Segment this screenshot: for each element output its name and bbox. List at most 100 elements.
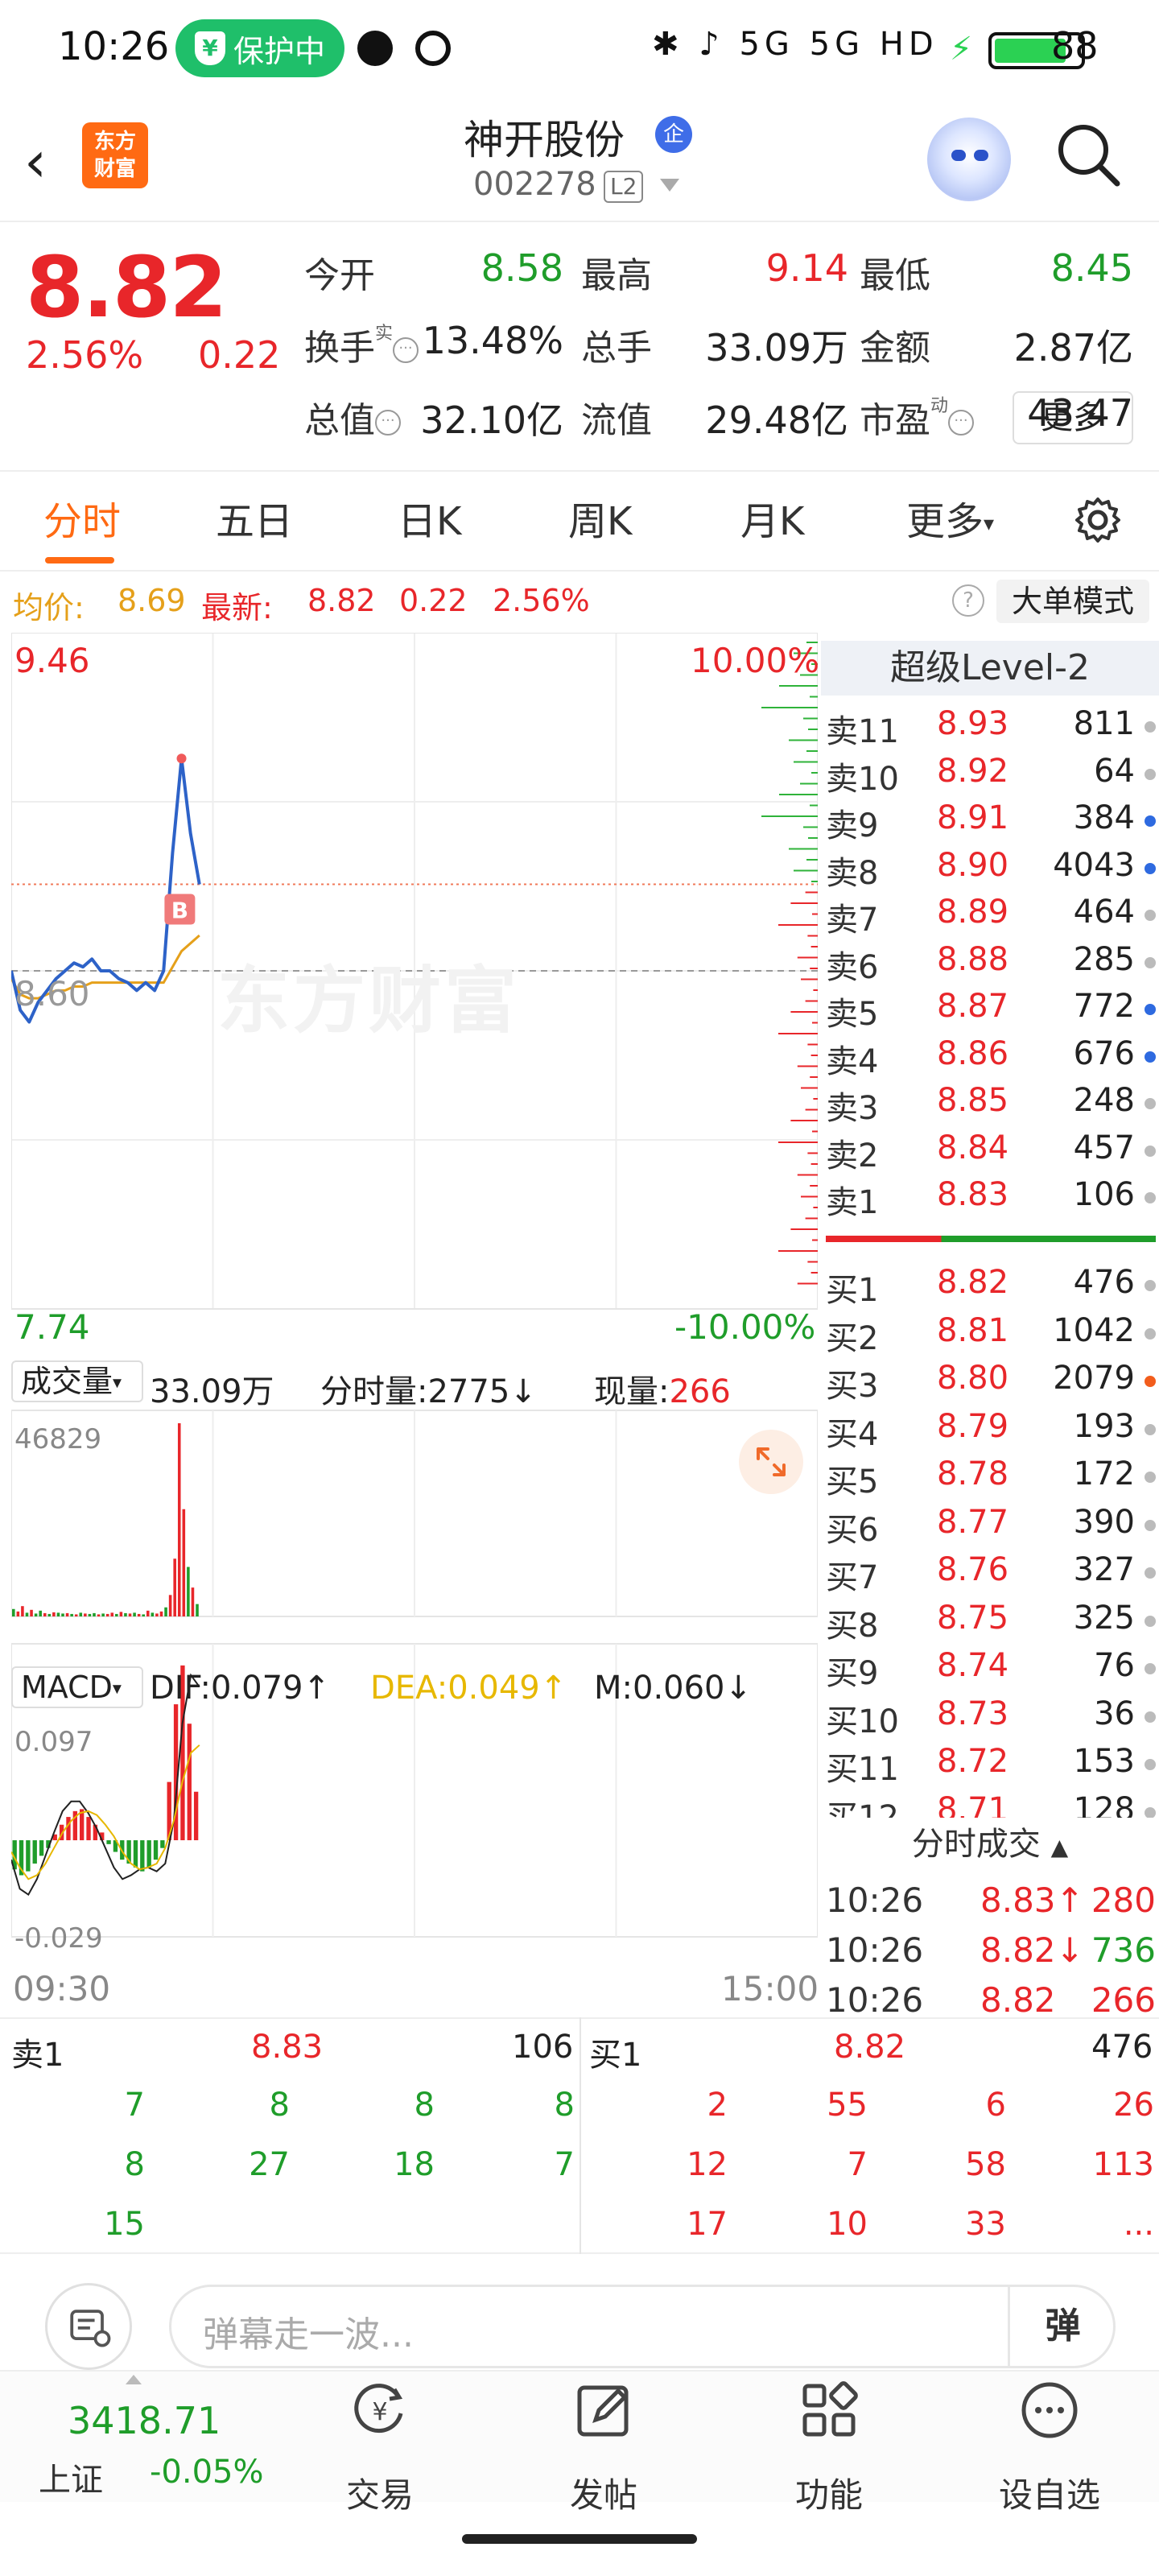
orderbook-row-buys[interactable]: 买8 8.75 325: [826, 1600, 1156, 1647]
buys-level-label: 买5: [826, 1463, 879, 1501]
sells-level-dot-icon: [1145, 1004, 1156, 1015]
nav-trade[interactable]: 交易: [307, 2468, 452, 2517]
nav-post[interactable]: 发帖: [531, 2468, 676, 2517]
buys-level-price: 8.74: [937, 1647, 1009, 1684]
active-tab-indicator: [45, 557, 114, 564]
tab-monthly-k[interactable]: 月K: [740, 489, 804, 546]
buys-level-dot-icon: [1145, 1376, 1156, 1387]
buys-level-volume: 36: [1094, 1695, 1135, 1732]
enterprise-badge[interactable]: 企: [655, 116, 692, 153]
queue-buy-label: 买1: [589, 2037, 642, 2074]
orderbook-row-sells[interactable]: 卖1 8.83 106: [826, 1176, 1156, 1224]
volume-bar: [52, 1612, 56, 1616]
buys-level-dot-icon: [1145, 1280, 1156, 1291]
tab-fenshi[interactable]: 分时: [43, 489, 121, 546]
change-percent: 2.56%: [26, 333, 144, 377]
orderbook-row-buys[interactable]: 买3 8.80 2079: [826, 1360, 1156, 1407]
macd-dif: DIF:0.079↑: [150, 1670, 331, 1707]
robot-assistant-icon[interactable]: [927, 118, 1011, 201]
volume-bar: [43, 1612, 47, 1616]
orderbook-row-buys[interactable]: 买9 8.74 76: [826, 1647, 1156, 1695]
expand-icon[interactable]: [739, 1430, 803, 1494]
orderbook-row-buys[interactable]: 买1 8.82 476: [826, 1264, 1156, 1311]
quote-label-0-2: 最低: [860, 246, 930, 298]
more-dots-icon[interactable]: [1017, 2378, 1082, 2442]
orderbook-row-buys[interactable]: 买2 8.81 1042: [826, 1312, 1156, 1360]
buy-queue-cell: 58: [965, 2146, 1006, 2183]
level2-title[interactable]: 超级Level-2: [821, 641, 1159, 696]
index-change[interactable]: -0.05%: [150, 2454, 264, 2491]
orderbook-row-sells[interactable]: 卖8 8.90 4043: [826, 847, 1156, 894]
orderbook-row-sells[interactable]: 卖5 8.87 772: [826, 988, 1156, 1035]
level2-tag[interactable]: L2: [604, 171, 644, 203]
sells-level-price: 8.87: [937, 988, 1009, 1025]
trade-volume: 736: [1091, 1930, 1156, 1970]
sells-level-label: 卖7: [826, 902, 879, 939]
nav-function[interactable]: 功能: [757, 2468, 901, 2517]
quote-value-1-1: 33.09万: [705, 326, 848, 369]
orderbook-row-buys[interactable]: 买11 8.72 153: [826, 1743, 1156, 1790]
comment-settings-icon[interactable]: [45, 2283, 132, 2370]
orderbook-row-buys[interactable]: 买7 8.76 327: [826, 1551, 1156, 1599]
orderbook-row-sells[interactable]: 卖3 8.85 248: [826, 1082, 1156, 1129]
stock-name: 神开股份: [464, 117, 625, 163]
back-icon[interactable]: ‹: [24, 129, 47, 195]
tab-weekly-k[interactable]: 周K: [568, 489, 632, 546]
buys-level-dot-icon: [1145, 1759, 1156, 1770]
time-end: 15:00: [721, 1969, 819, 2008]
macd-selector[interactable]: MACD▾: [11, 1666, 143, 1708]
post-edit-icon[interactable]: [571, 2378, 636, 2442]
signal-icons: ✱ ♪ 5G 5G HD: [652, 26, 938, 63]
gear-icon[interactable]: [1072, 494, 1124, 546]
trade-price: 8.82↓: [980, 1930, 1084, 1970]
tab-daily-k[interactable]: 日K: [398, 489, 461, 546]
quote-value-1-2: 2.87亿: [1013, 326, 1133, 369]
volume-bar: [74, 1614, 78, 1616]
help-icon[interactable]: ?: [952, 584, 984, 617]
volume-bar: [124, 1612, 127, 1616]
index-name[interactable]: 上证: [39, 2454, 103, 2500]
sells-level-label: 卖2: [826, 1137, 879, 1174]
trades-title[interactable]: 分时成交 ▲: [821, 1818, 1159, 1864]
chevron-down-icon[interactable]: [660, 179, 679, 192]
sells-level-volume: 676: [1073, 1034, 1135, 1072]
buys-level-dot-icon: [1145, 1327, 1156, 1340]
orderbook-row-buys[interactable]: 买4 8.79 193: [826, 1408, 1156, 1455]
high-point: [176, 753, 187, 764]
home-indicator[interactable]: [462, 2534, 697, 2544]
avg-price-label: 均价:: [13, 590, 85, 625]
avg-price-value: 8.69: [118, 583, 186, 618]
orderbook-row-sells[interactable]: 卖4 8.86 676: [826, 1035, 1156, 1083]
orderbook-row-sells[interactable]: 卖9 8.91 384: [826, 799, 1156, 847]
orderbook-row-sells[interactable]: 卖11 8.93 811: [826, 705, 1156, 753]
quote-label-1-2: 金额: [860, 319, 930, 370]
quote-value-2-1: 29.48亿: [705, 398, 848, 442]
danmaku-button[interactable]: 弹: [1008, 2285, 1116, 2368]
buys-level-label: 买7: [826, 1559, 879, 1596]
search-icon[interactable]: [1054, 121, 1122, 188]
buys-level-dot-icon: [1145, 1567, 1156, 1579]
orderbook-row-sells[interactable]: 卖7 8.89 464: [826, 894, 1156, 941]
orderbook-row-buys[interactable]: 买6 8.77 390: [826, 1504, 1156, 1551]
orderbook-row-buys[interactable]: 买5 8.78 172: [826, 1455, 1156, 1503]
trade-icon[interactable]: ¥: [348, 2378, 412, 2442]
sells-level-label: 卖3: [826, 1090, 879, 1127]
macd-m: M:0.060↓: [594, 1670, 753, 1707]
eastmoney-logo[interactable]: 东方 财富: [82, 122, 148, 188]
trade-time: 10:26: [826, 1880, 924, 1920]
orderbook-row-sells[interactable]: 卖6 8.88 285: [826, 941, 1156, 989]
index-value[interactable]: 3418.71: [68, 2399, 221, 2442]
sells-level-price: 8.93: [937, 705, 1009, 742]
function-grid-icon[interactable]: [797, 2378, 861, 2442]
orderbook-row-buys[interactable]: 买10 8.73 36: [826, 1695, 1156, 1743]
volume-bar: [191, 1587, 195, 1616]
volume-selector[interactable]: 成交量▾: [11, 1360, 143, 1402]
nav-add-watchlist[interactable]: 设自选: [977, 2468, 1122, 2517]
buys-level-price: 8.80: [937, 1360, 1009, 1397]
change-amount: 0.22: [198, 333, 281, 377]
orderbook-row-sells[interactable]: 卖10 8.92 64: [826, 753, 1156, 800]
tab-more[interactable]: 更多▾: [906, 489, 994, 546]
big-order-mode-button[interactable]: 大单模式: [996, 580, 1149, 623]
tab-five-day[interactable]: 五日: [216, 489, 293, 546]
orderbook-row-sells[interactable]: 卖2 8.84 457: [826, 1129, 1156, 1177]
